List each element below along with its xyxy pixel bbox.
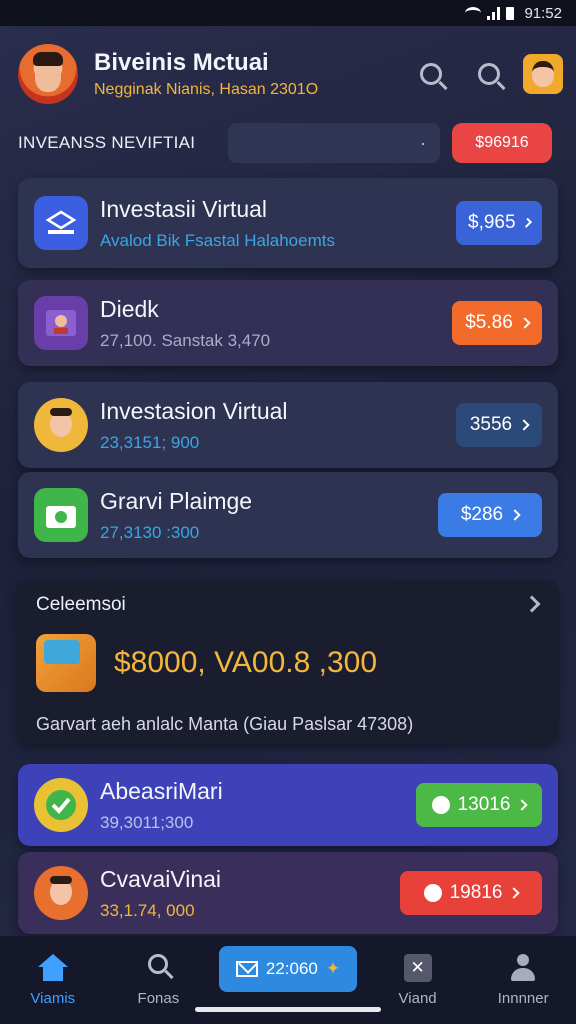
signal-icon bbox=[487, 6, 501, 20]
nav-center-label: 22:060 bbox=[265, 959, 318, 978]
summary-note: Garvart aeh anlalc Manta (Giau Paslsar 4… bbox=[36, 714, 414, 734]
summary-panel: Celeemsoi $8000, VA00.8 ,300 Garvart aeh… bbox=[18, 580, 558, 744]
home-icon bbox=[37, 953, 68, 982]
card-subtitle: 23,3151; 900 bbox=[100, 432, 200, 452]
card-text: Investasion Virtual 23,3151; 900 bbox=[100, 398, 456, 453]
card-subtitle: 33,1.74, 000 bbox=[100, 900, 195, 920]
nav-item-label: Viamis bbox=[30, 989, 76, 1007]
nav-item-tools[interactable]: ✕ Viand bbox=[373, 953, 463, 1007]
card-action-button[interactable]: 3556 bbox=[456, 403, 542, 447]
card-action-button[interactable]: $5.86 bbox=[452, 301, 542, 345]
summary-row: $8000, VA00.8 ,300 bbox=[36, 634, 540, 692]
card-text: Diedk 27,100. Sanstak 3,470 bbox=[100, 296, 452, 351]
search-icon bbox=[478, 63, 500, 85]
account-avatar[interactable] bbox=[523, 54, 563, 94]
chevron-right-icon bbox=[519, 317, 531, 329]
chevron-right-icon bbox=[516, 799, 529, 811]
card-action-label: $5.86 bbox=[465, 312, 513, 333]
card-action-button[interactable]: 13016 bbox=[416, 783, 542, 827]
card-subtitle: 27,3130 :300 bbox=[100, 522, 200, 542]
virtual-invest-icon bbox=[34, 196, 88, 250]
card-text: CvavaiVinai 33,1.74, 000 bbox=[100, 866, 400, 921]
status-icons bbox=[465, 6, 515, 20]
chat-bubble-icon bbox=[431, 796, 450, 814]
card-action-button[interactable]: 19816 bbox=[400, 871, 542, 915]
card-action-label: $,965 bbox=[468, 212, 516, 233]
page-subtitle: Negginak Nianis, Hasan 2301O bbox=[94, 81, 319, 98]
search-icon bbox=[143, 953, 173, 982]
camera-app-icon bbox=[34, 488, 88, 542]
check-circle-icon bbox=[34, 778, 88, 832]
wallet-icon bbox=[36, 634, 96, 692]
highlight-card[interactable]: CvavaiVinai 33,1.74, 000 19816 bbox=[18, 852, 558, 934]
search-icon bbox=[420, 63, 442, 85]
chevron-right-icon bbox=[518, 419, 530, 431]
card-text: Grarvi Plaimge 27,3130 :300 bbox=[100, 488, 438, 543]
chevron-right-icon bbox=[509, 509, 521, 521]
nav-item-label: Innnner bbox=[497, 989, 549, 1007]
filter-row: INVEANSS NEVIFTIAI · $96916 bbox=[18, 122, 558, 164]
user-avatar-icon bbox=[34, 866, 88, 920]
nav-item-home[interactable]: Viamis bbox=[8, 953, 98, 1007]
investor-avatar-icon bbox=[34, 398, 88, 452]
person-icon bbox=[509, 953, 537, 982]
card-title: Investasii Virtual bbox=[100, 195, 268, 222]
avatar-hair bbox=[33, 52, 63, 66]
nav-item-label: Fonas bbox=[137, 989, 180, 1007]
tools-icon: ✕ bbox=[403, 953, 432, 982]
chevron-right-icon bbox=[508, 887, 521, 899]
chevron-right-icon bbox=[521, 217, 532, 229]
nav-center-button[interactable]: 22:060 ✦ bbox=[218, 946, 357, 992]
card-title: AbeasriMari bbox=[100, 777, 223, 804]
wifi-icon bbox=[465, 7, 482, 19]
card-text: Investasii Virtual Avalod Bik Fsastal Ha… bbox=[100, 196, 456, 251]
profile-avatar[interactable] bbox=[18, 44, 78, 104]
card-action-label: 13016 bbox=[457, 794, 511, 815]
card-action-label: $286 bbox=[460, 504, 504, 525]
app-header: Biveinis Mctuai Negginak Nianis, Hasan 2… bbox=[18, 40, 563, 108]
card-action-button[interactable]: $286 bbox=[438, 493, 542, 537]
mail-icon bbox=[235, 961, 258, 977]
card-subtitle: 39,3011;300 bbox=[100, 812, 194, 832]
chat-bubble-icon bbox=[423, 884, 442, 902]
summary-title: Celeemsoi bbox=[36, 594, 126, 615]
filter-action-button[interactable]: $96916 bbox=[452, 123, 552, 163]
card-text: AbeasriMari 39,3011;300 bbox=[100, 778, 416, 833]
avatar-face bbox=[35, 62, 61, 92]
investment-card[interactable]: Investasion Virtual 23,3151; 900 3556 bbox=[18, 382, 558, 468]
nav-item-label: Viand bbox=[398, 989, 437, 1007]
status-bar: 91:52 bbox=[0, 0, 576, 26]
search-button-secondary[interactable] bbox=[469, 54, 509, 94]
nav-item-search[interactable]: Fonas bbox=[113, 953, 203, 1007]
home-indicator bbox=[195, 1007, 381, 1012]
page-title: Biveinis Mctuai bbox=[94, 49, 269, 76]
sparkle-icon: ✦ bbox=[325, 959, 341, 978]
battery-icon bbox=[506, 6, 515, 20]
account-avatar-face bbox=[532, 61, 554, 87]
investment-card[interactable]: Diedk 27,100. Sanstak 3,470 $5.86 bbox=[18, 280, 558, 366]
card-subtitle: 27,100. Sanstak 3,470 bbox=[100, 330, 271, 350]
card-title: Diedk bbox=[100, 295, 159, 322]
search-button[interactable] bbox=[411, 54, 451, 94]
status-time: 91:52 bbox=[524, 4, 562, 22]
card-action-button[interactable]: $,965 bbox=[456, 201, 542, 245]
summary-amount: $8000, VA00.8 ,300 bbox=[114, 646, 377, 679]
card-action-label: 3556 bbox=[469, 414, 513, 435]
card-action-label: 19816 bbox=[449, 882, 503, 903]
card-subtitle: Avalod Bik Fsastal Halahoemts bbox=[100, 230, 335, 250]
header-text: Biveinis Mctuai Negginak Nianis, Hasan 2… bbox=[94, 49, 393, 99]
filter-dropdown[interactable]: · bbox=[228, 123, 440, 163]
dropdown-dot-icon: · bbox=[420, 132, 426, 153]
filter-label: INVEANSS NEVIFTIAI bbox=[18, 133, 196, 152]
card-title: CvavaiVinai bbox=[100, 865, 222, 892]
highlight-card[interactable]: AbeasriMari 39,3011;300 13016 bbox=[18, 764, 558, 846]
card-title: Investasion Virtual bbox=[100, 397, 288, 424]
nav-item-profile[interactable]: Innnner bbox=[478, 953, 568, 1007]
card-title: Grarvi Plaimge bbox=[100, 487, 253, 514]
investment-card[interactable]: Grarvi Plaimge 27,3130 :300 $286 bbox=[18, 472, 558, 558]
portfolio-icon bbox=[34, 296, 88, 350]
investment-card[interactable]: Investasii Virtual Avalod Bik Fsastal Ha… bbox=[18, 178, 558, 268]
